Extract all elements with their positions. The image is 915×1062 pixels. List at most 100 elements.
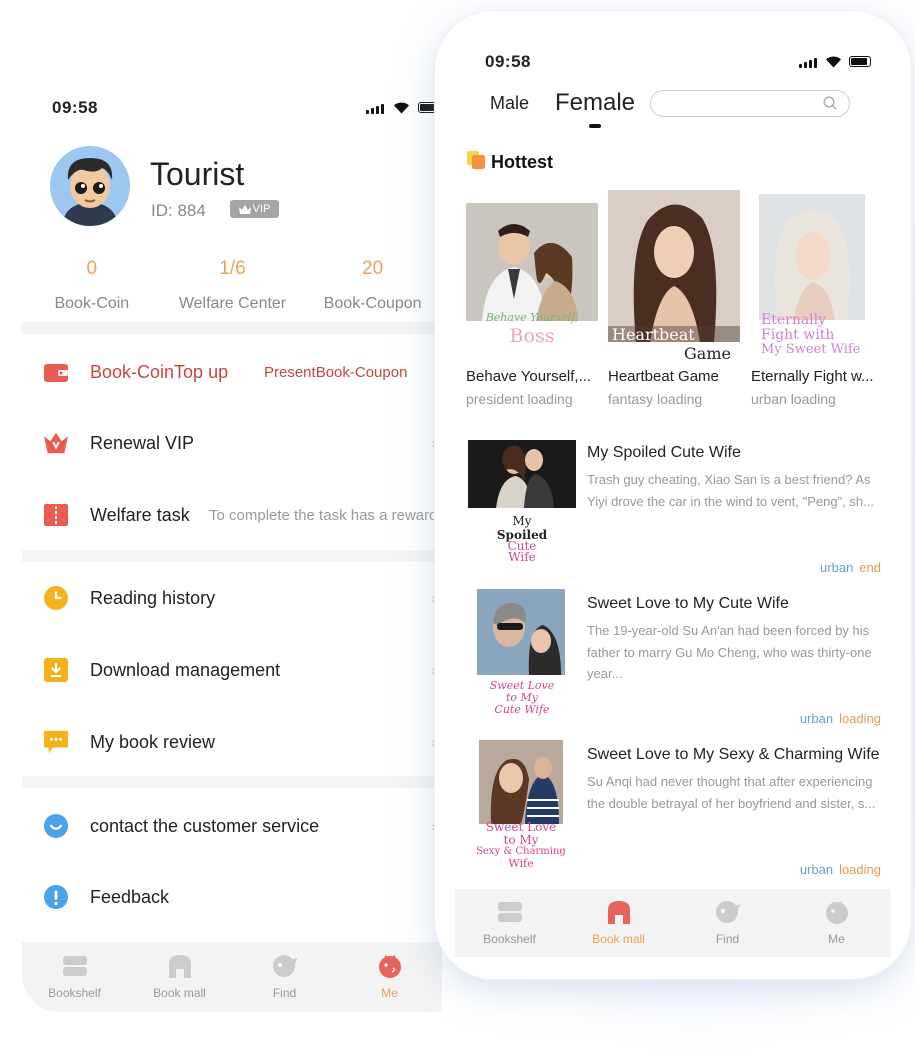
tab-me[interactable]: Me [337,942,442,1012]
comment-icon [44,730,68,754]
menu-item-download[interactable]: Download management › [22,640,442,700]
cover-text: Boss [509,325,555,347]
menu-item-history[interactable]: Reading history › [22,568,442,628]
wifi-icon [826,56,841,68]
book-title[interactable]: My Spoiled Cute Wife [587,444,741,462]
cover-text: My [512,514,532,528]
cover-text: Eternally [761,312,827,328]
book-cover[interactable]: Sweet Love to My Sexy & Charming Wife [471,740,571,870]
me-icon [378,955,401,978]
avatar[interactable] [50,146,130,226]
vip-badge: VIP [230,200,279,218]
tag-genre: urban [799,711,834,726]
bottom-tabbar: Bookshelf Book mall Find Me [22,942,442,1012]
menu-item-feedback[interactable]: Feedback [22,867,442,927]
tag-status: loading [839,862,881,877]
menu-label-service: contact the customer service [90,815,320,836]
tab-male[interactable]: Male [490,93,529,114]
book-cover[interactable]: Behave Yourself, Boss [466,203,598,358]
signal-icon [799,58,817,68]
book-title[interactable]: Behave Yourself,... [466,368,591,385]
tab-label: Book mall [592,932,645,946]
cover-text: Wife [508,550,536,562]
stat-welfare-center[interactable]: 1/6 Welfare Center [162,258,304,313]
clock-icon [44,586,68,610]
section-title-hottest: Hottest [491,152,553,172]
user-id: ID: 884 [151,201,206,220]
chat-icon [44,814,68,838]
fire-icon [467,151,485,169]
menu-item-topup[interactable]: Book-CoinTop up PresentBook-Coupon [22,342,442,402]
tab-label: Bookshelf [48,986,101,1000]
menu-item-service[interactable]: contact the customer service › [22,796,442,856]
stat-label: Book-Coupon [323,295,422,312]
me-page-phone: 09:58 Tourist ID: 884 VIP 0 Book-Coin 1/… [22,62,442,1012]
tab-bookshelf[interactable]: Bookshelf [22,942,127,1012]
vip-badge-label: VIP [252,203,271,215]
tag-genre: urban [799,862,834,877]
bookmall-icon [168,955,191,978]
menu-item-vip[interactable]: Renewal VIP › [22,413,442,473]
menu-label-vip: Renewal VIP [90,432,195,453]
cover-text: Fight with [761,327,835,343]
book-description: The 19-year-old Su An'an had been forced… [587,623,872,681]
stat-value: 20 [362,258,384,279]
tab-label: Me [381,986,398,1000]
tab-female[interactable]: Female [555,89,635,117]
cover-text: to My [503,833,539,847]
book-title[interactable]: Heartbeat Game [608,368,719,385]
tab-find[interactable]: Find [232,942,337,1012]
book-description: Trash guy cheating, Xiao San is a best f… [587,472,874,509]
bookshelf-icon [497,902,522,922]
section-divider [22,550,442,562]
tab-bookshelf[interactable]: Bookshelf [455,889,564,957]
tab-label: Find [272,986,297,1000]
book-title[interactable]: Eternally Fight w... [751,368,874,385]
ticket-icon [44,503,68,527]
search-input[interactable] [650,90,850,117]
book-tags: urban loading [800,862,881,877]
stat-book-coin[interactable]: 0 Book-Coin [22,258,162,313]
tab-label: Bookshelf [483,932,536,946]
stat-label: Book-Coin [54,295,130,312]
book-cover[interactable]: My Spoiled Cute Wife [468,440,576,562]
tab-me[interactable]: Me [782,889,891,957]
menu-label-download: Download management [90,659,281,680]
tag-status: end [859,560,881,575]
cover-text: Cute Wife [494,703,550,716]
menu-extra-welfare: To complete the task has a reward [209,506,438,524]
tab-label: Find [715,932,740,946]
menu-label-topup: Book-CoinTop up [90,361,229,382]
menu-label-welfare: Welfare task [90,504,190,525]
book-title[interactable]: Sweet Love to My Cute Wife [587,595,789,613]
book-cover[interactable]: Heartbeat Game [608,190,740,360]
book-tags: urban loading [800,711,881,726]
book-mall-phone: 09:58 Male Female Hottest Behave Yoursel… [434,10,912,980]
bookmall-icon [607,901,630,924]
cover-text: Sexy & Charming [476,846,566,857]
menu-item-welfare[interactable]: Welfare task To complete the task has a … [22,485,442,545]
tab-bookmall[interactable]: Book mall [127,942,232,1012]
user-name: Tourist [150,156,245,192]
tab-find[interactable]: Find [673,889,782,957]
menu-label-review: My book review [90,731,216,752]
cover-text: Sweet Love [485,820,557,834]
crown-small-icon [238,204,251,214]
tab-label: Book mall [153,986,206,1000]
crown-icon [44,431,68,455]
tag-genre: urban [820,560,854,575]
book-cover[interactable]: Eternally Fight with My Sweet Wife [759,194,865,359]
stat-label: Welfare Center [178,295,287,312]
search-icon [823,96,837,110]
battery-icon [849,56,871,67]
book-cover[interactable]: Sweet Love to My Cute Wife [475,589,569,717]
stat-value: 1/6 [219,258,246,279]
wallet-icon [44,360,68,384]
tab-bookmall[interactable]: Book mall [564,889,673,957]
menu-item-review[interactable]: My book review › [22,712,442,772]
find-icon [272,955,298,977]
stat-book-coupon[interactable]: 20 Book-Coupon [303,258,442,313]
book-meta: president loading [466,391,573,407]
book-title[interactable]: Sweet Love to My Sexy & Charming Wife [587,746,880,764]
cover-text: Behave Yourself, [485,311,579,324]
